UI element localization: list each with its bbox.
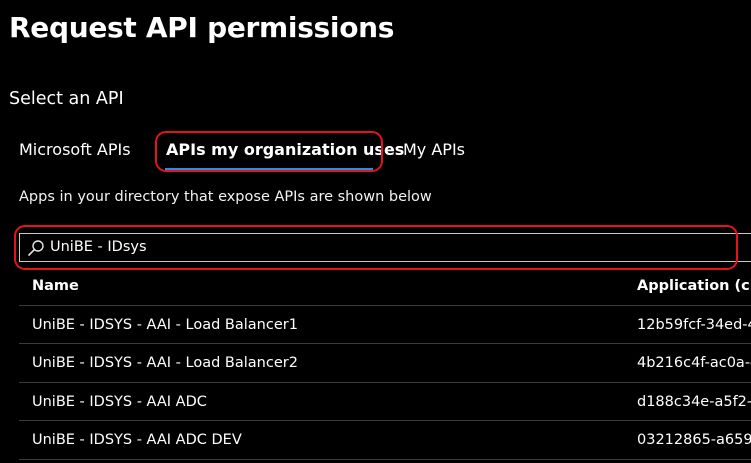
column-header-name[interactable]: Name (32, 267, 79, 305)
page-title: Request API permissions (9, 11, 395, 44)
search-highlight-annotation (14, 225, 738, 270)
api-table: Name Application (cli UniBE - IDSYS - AA… (19, 267, 751, 460)
tab-microsoft-apis[interactable]: Microsoft APIs (19, 140, 131, 159)
row-application-id: 03212865-a659-4 (637, 432, 751, 448)
row-name: UniBE - IDSYS - AAI - Load Balancer2 (32, 355, 298, 371)
tab-highlight-annotation (155, 131, 383, 172)
row-application-id: 4b216c4f-ac0a-4 (637, 355, 751, 371)
tab-my-apis[interactable]: My APIs (403, 140, 465, 159)
api-list-description: Apps in your directory that expose APIs … (19, 189, 432, 205)
table-row[interactable]: UniBE - IDSYS - AAI - Load Balancer1 12b… (19, 306, 751, 344)
section-label: Select an API (9, 89, 124, 109)
table-row[interactable]: UniBE - IDSYS - AAI - Load Balancer2 4b2… (19, 344, 751, 383)
row-name: UniBE - IDSYS - AAI - Load Balancer1 (32, 316, 298, 333)
request-api-permissions-panel: Request API permissions Select an API Mi… (0, 0, 751, 463)
row-name: UniBE - IDSYS - AAI ADC DEV (32, 432, 242, 448)
row-name: UniBE - IDSYS - AAI ADC (32, 393, 207, 410)
row-application-id: d188c34e-a5f2-4 (637, 393, 751, 410)
table-row[interactable]: UniBE - IDSYS - AAI ADC d188c34e-a5f2-4 (19, 383, 751, 421)
table-header-row: Name Application (cli (19, 267, 751, 306)
table-row[interactable]: UniBE - IDSYS - AAI ADC DEV 03212865-a65… (19, 421, 751, 460)
column-header-application-id[interactable]: Application (cli (637, 267, 751, 305)
row-application-id: 12b59fcf-34ed-4 (637, 316, 751, 333)
